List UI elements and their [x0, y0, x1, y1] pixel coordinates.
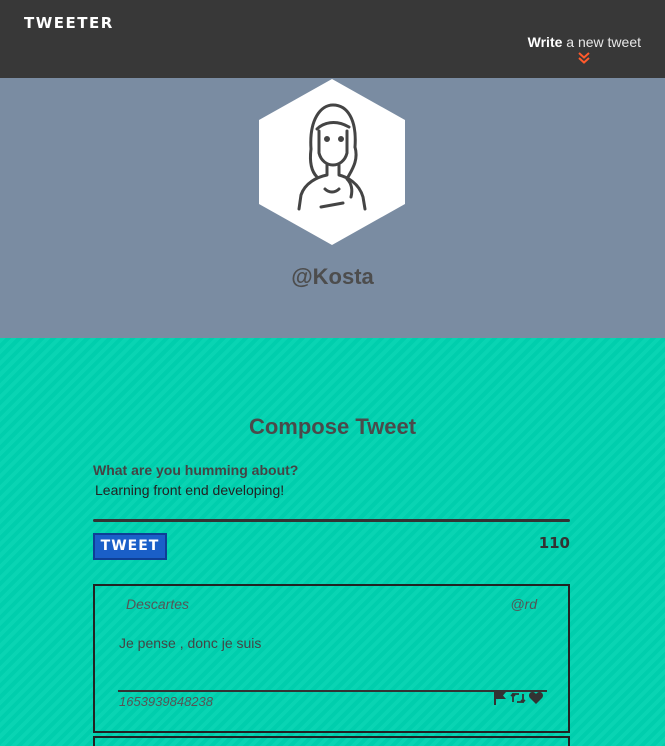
tweet-actions — [492, 690, 544, 706]
heart-icon[interactable] — [528, 690, 544, 706]
write-link-rest: a new tweet — [562, 34, 641, 50]
tweet-input[interactable]: Learning front end developing! — [95, 482, 284, 498]
avatar — [259, 79, 405, 245]
tweet-author: Descartes — [126, 596, 190, 612]
flag-icon[interactable] — [492, 690, 508, 706]
profile-header: @Kosta — [0, 78, 665, 338]
brand-logo[interactable]: Tweeter — [24, 14, 114, 32]
compose-section: Compose Tweet What are you humming about… — [0, 338, 665, 746]
compose-prompt-label: What are you humming about? — [93, 462, 299, 478]
char-counter: 110 — [538, 534, 570, 552]
tweet-body: Je pense , donc je suis — [119, 635, 262, 651]
double-chevron-down-icon[interactable] — [577, 51, 591, 65]
tweet-card: Descartes @rd Je pense , donc je suis 16… — [93, 584, 570, 733]
tweet-button[interactable]: TWEET — [93, 533, 167, 560]
top-nav: Tweeter Write a new tweet — [0, 0, 665, 78]
tweet-divider — [118, 690, 547, 692]
profile-handle: @Kosta — [291, 264, 374, 289]
input-underline — [93, 519, 570, 522]
write-new-tweet-link[interactable]: Write a new tweet — [528, 34, 641, 65]
tweet-card-next — [93, 736, 570, 746]
tweet-handle: @rd — [510, 596, 537, 612]
tweet-timestamp: 1653939848238 — [119, 694, 213, 709]
retweet-icon[interactable] — [510, 690, 526, 706]
compose-title: Compose Tweet — [248, 414, 417, 439]
write-link-bold: Write — [527, 34, 563, 50]
